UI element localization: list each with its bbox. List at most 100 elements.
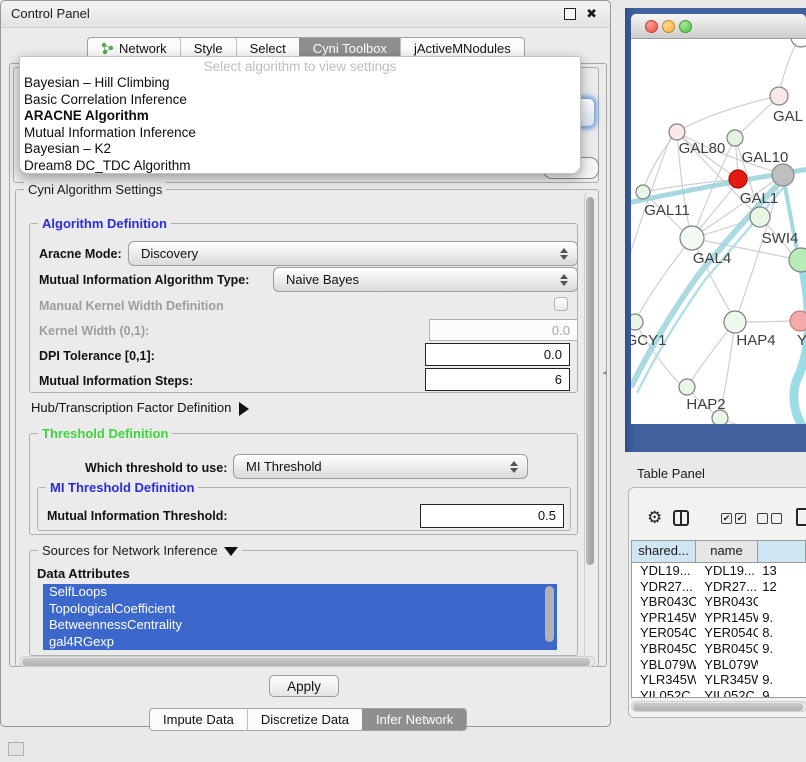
list-scrollbar-thumb[interactable]	[545, 586, 554, 642]
minimize-traffic-light[interactable]	[662, 20, 675, 33]
mi-type-select[interactable]: Naive Bayes	[273, 267, 578, 292]
node-gray[interactable]	[772, 164, 794, 186]
table-row[interactable]: YLR345W YLR345W 9.	[632, 672, 806, 688]
kernel-width-label: Kernel Width (0,1):	[39, 324, 149, 338]
node-gal10[interactable]	[727, 130, 743, 146]
settings-hscrollbar[interactable]	[19, 656, 595, 667]
gear-icon[interactable]: ⚙	[647, 509, 662, 526]
node-gcy1[interactable]	[631, 314, 643, 330]
node-swi4[interactable]	[789, 248, 806, 272]
node-label-partial: GAL	[773, 108, 803, 125]
panel-grip-icon[interactable]	[8, 742, 24, 756]
close-traffic-light[interactable]	[645, 20, 658, 33]
settings-scrollbar-thumb[interactable]	[586, 197, 594, 565]
algorithm-option[interactable]: Mutual Information Inference	[20, 125, 580, 142]
table-row[interactable]: YPR145W YPR145W 9.	[632, 610, 806, 626]
algorithm-option[interactable]: Basic Correlation Inference	[20, 92, 580, 109]
list-item[interactable]: BetweennessCentrality	[43, 617, 557, 634]
sources-title: Sources for Network Inference	[42, 543, 218, 558]
list-item[interactable]: gal4RGexp	[43, 634, 557, 651]
node-label: HAP4	[736, 332, 775, 349]
group-title: Cyni Algorithm Settings	[24, 182, 166, 197]
mi-steps-label: Mutual Information Steps:	[39, 374, 193, 388]
algorithm-option[interactable]: Bayesian – K2	[20, 141, 580, 158]
algorithm-option-selected[interactable]: ARACNE Algorithm	[20, 108, 580, 125]
node-label: GAL1	[740, 190, 778, 207]
network-window: GAL80 GAL10 GAL1 GAL11 GAL4 SWI4 GCY1 HA…	[631, 14, 806, 424]
list-item[interactable]: TopologicalCoefficient	[43, 601, 557, 618]
stepper-arrows-icon	[560, 248, 568, 260]
divider-handle-icon[interactable]: ◄	[601, 370, 608, 377]
which-threshold-label: Which threshold to use:	[85, 461, 227, 475]
dpi-tolerance-label: DPI Tolerance [0,1]:	[39, 349, 155, 363]
table-row[interactable]: YDL19... YDL19... 13	[632, 563, 806, 579]
table-row[interactable]: YIL052C YIL052C 9	[632, 688, 806, 698]
table-row[interactable]: YBR045C YBR045C 9.	[632, 641, 806, 657]
node-y-partial[interactable]	[790, 311, 806, 331]
settings-hscrollbar-thumb[interactable]	[22, 658, 590, 666]
tab-impute-data[interactable]: Impute Data	[150, 709, 247, 730]
close-icon[interactable]: ✖	[586, 5, 597, 23]
node-gal80[interactable]	[669, 124, 685, 140]
tab-infer-network[interactable]: Infer Network	[362, 709, 466, 730]
column-header-partial[interactable]	[758, 541, 806, 562]
mi-steps-input[interactable]: 6	[425, 368, 570, 391]
node-label: GAL11	[644, 202, 690, 219]
node-label: HAP2	[686, 396, 725, 413]
apply-button[interactable]: Apply	[269, 675, 339, 697]
table-header-row: shared... name	[632, 541, 806, 563]
node-gal-partial[interactable]	[770, 87, 788, 105]
mi-threshold-input[interactable]: 0.5	[420, 504, 564, 528]
table-hscrollbar-thumb[interactable]	[633, 703, 803, 711]
bottom-tabbar: Impute Data Discretize Data Infer Networ…	[149, 708, 467, 731]
settings-scrollbar[interactable]	[584, 191, 597, 665]
data-attributes-label: Data Attributes	[37, 566, 130, 581]
unchecked-checkbox-icon[interactable]	[757, 513, 768, 524]
which-threshold-select[interactable]: MI Threshold	[233, 454, 528, 479]
table-row[interactable]: YDR27... YDR27... 12	[632, 579, 806, 595]
table-row[interactable]: YBL079W YBL079W	[632, 657, 806, 673]
node-hap4[interactable]	[724, 311, 746, 333]
stepper-arrows-icon	[560, 274, 568, 286]
checked-checkbox-icon[interactable]: ✔	[735, 513, 746, 524]
network-canvas[interactable]: GAL80 GAL10 GAL1 GAL11 GAL4 SWI4 GCY1 HA…	[631, 39, 806, 424]
node-unlabeled[interactable]	[791, 39, 806, 47]
dpi-tolerance-input[interactable]: 0.0	[425, 343, 570, 366]
manual-kernel-label: Manual Kernel Width Definition	[39, 299, 224, 313]
float-window-icon[interactable]	[564, 8, 576, 20]
network-icon	[101, 42, 114, 55]
list-scrollbar[interactable]	[545, 586, 554, 644]
algorithm-dropdown-popup: Select algorithm to view settings Bayesi…	[19, 56, 581, 174]
algorithm-option[interactable]: Dream8 DC_TDC Algorithm	[20, 158, 580, 175]
table-row[interactable]: YER054C YER054C 8.	[632, 625, 806, 641]
algorithm-option[interactable]: Bayesian – Hill Climbing	[20, 75, 580, 92]
hub-definition-expander[interactable]: Hub/Transcription Factor Definition	[31, 400, 249, 416]
node-gal1[interactable]	[750, 207, 770, 227]
tab-label: Network	[119, 41, 167, 56]
node-gal11[interactable]	[636, 185, 650, 199]
node-red-selected[interactable]	[729, 170, 747, 188]
node-gal4[interactable]	[680, 226, 704, 250]
network-graph: GAL80 GAL10 GAL1 GAL11 GAL4 SWI4 GCY1 HA…	[631, 39, 806, 424]
checked-checkbox-icon[interactable]: ✔	[721, 513, 732, 524]
manual-kernel-checkbox[interactable]	[554, 297, 568, 311]
control-panel: Control Panel ✖ Network S	[0, 0, 611, 727]
table-panel-title: Table Panel	[637, 466, 705, 481]
aracne-mode-select[interactable]: Discovery	[128, 241, 578, 266]
node-label: GAL4	[693, 250, 731, 267]
table-hscrollbar[interactable]	[631, 701, 806, 712]
node-label: GAL10	[742, 149, 789, 166]
node-hap2[interactable]	[679, 379, 695, 395]
zoom-traffic-light[interactable]	[679, 20, 692, 33]
document-icon[interactable]	[796, 508, 806, 526]
kernel-width-input[interactable]: 0.0	[429, 319, 578, 341]
collapse-down-icon[interactable]	[224, 547, 238, 556]
tab-discretize-data[interactable]: Discretize Data	[247, 709, 362, 730]
columns-icon[interactable]	[673, 510, 689, 526]
list-item[interactable]: SelfLoops	[43, 584, 557, 601]
column-header-shared-name[interactable]: shared...	[632, 541, 696, 562]
unchecked-checkbox-icon[interactable]	[771, 513, 782, 524]
table-row[interactable]: YBR043C YBR043C	[632, 594, 806, 610]
network-window-titlebar[interactable]	[631, 14, 806, 39]
column-header-name[interactable]: name	[696, 541, 758, 562]
